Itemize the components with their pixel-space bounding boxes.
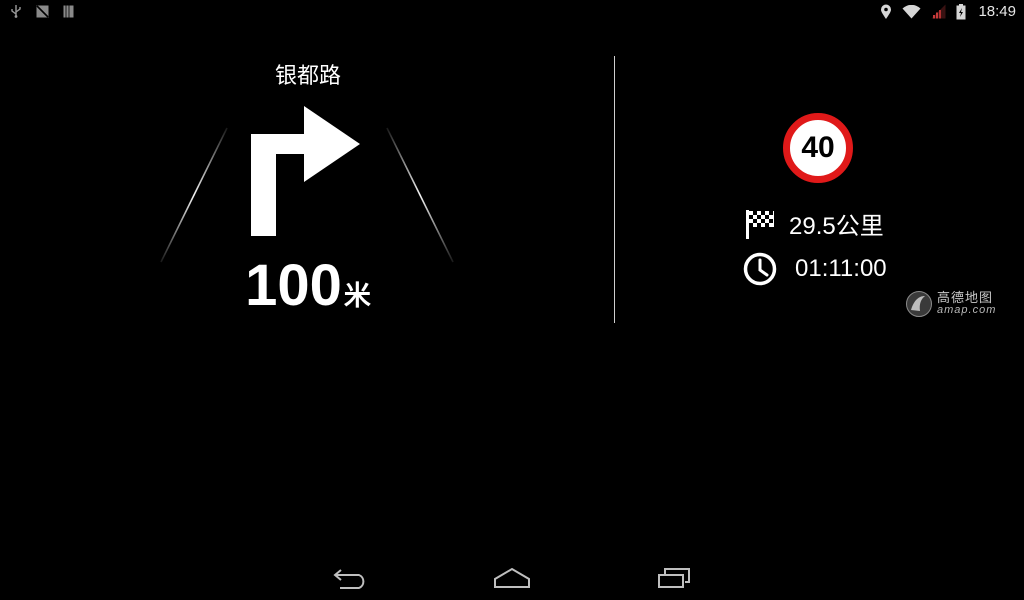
status-bar: 18:49 xyxy=(0,0,1024,25)
turn-right-arrow-icon xyxy=(251,106,360,236)
amap-logo-text: 高德地图 amap.com xyxy=(937,292,996,316)
speed-limit-sign: 40 xyxy=(783,113,853,183)
location-icon xyxy=(881,4,892,19)
notification-icon xyxy=(63,4,74,18)
usb-icon xyxy=(11,5,21,18)
distance-to-turn: 100米 xyxy=(200,252,416,319)
battery-icon xyxy=(956,3,966,19)
clock-icon xyxy=(743,252,777,286)
speed-limit-value: 40 xyxy=(801,131,835,164)
brand-url: amap.com xyxy=(937,304,997,316)
wifi-icon xyxy=(902,4,921,18)
back-icon[interactable] xyxy=(331,566,369,590)
next-road-name: 银都路 xyxy=(274,64,341,89)
checkered-flag-icon xyxy=(746,209,774,239)
status-clock: 18:49 xyxy=(978,3,1016,20)
remaining-distance: 29.5公里 xyxy=(789,213,884,240)
status-bar-right: 18:49 xyxy=(880,3,1016,20)
panel-divider xyxy=(614,56,615,323)
remaining-time-row: 01:11:00 xyxy=(743,252,887,286)
distance-value: 100 xyxy=(245,253,342,318)
distance-unit: 米 xyxy=(343,281,371,311)
recent-apps-icon[interactable] xyxy=(656,566,692,590)
screenshot-icon xyxy=(36,4,49,18)
hud-navigation-screen: 18:49 银都路 100米 40 29.5公里 01:11:00 高德地图 a… xyxy=(0,0,1024,600)
amap-logo: 高德地图 amap.com xyxy=(905,290,996,318)
system-nav-bar xyxy=(0,558,1024,600)
signal-icon xyxy=(931,4,946,19)
status-bar-left xyxy=(10,4,74,18)
remaining-time: 01:11:00 xyxy=(795,255,887,282)
home-icon[interactable] xyxy=(492,566,532,590)
right-guide-line xyxy=(386,127,454,263)
left-guide-line xyxy=(160,127,228,263)
amap-logo-icon xyxy=(906,291,932,317)
remaining-distance-row: 29.5公里 xyxy=(745,206,884,241)
